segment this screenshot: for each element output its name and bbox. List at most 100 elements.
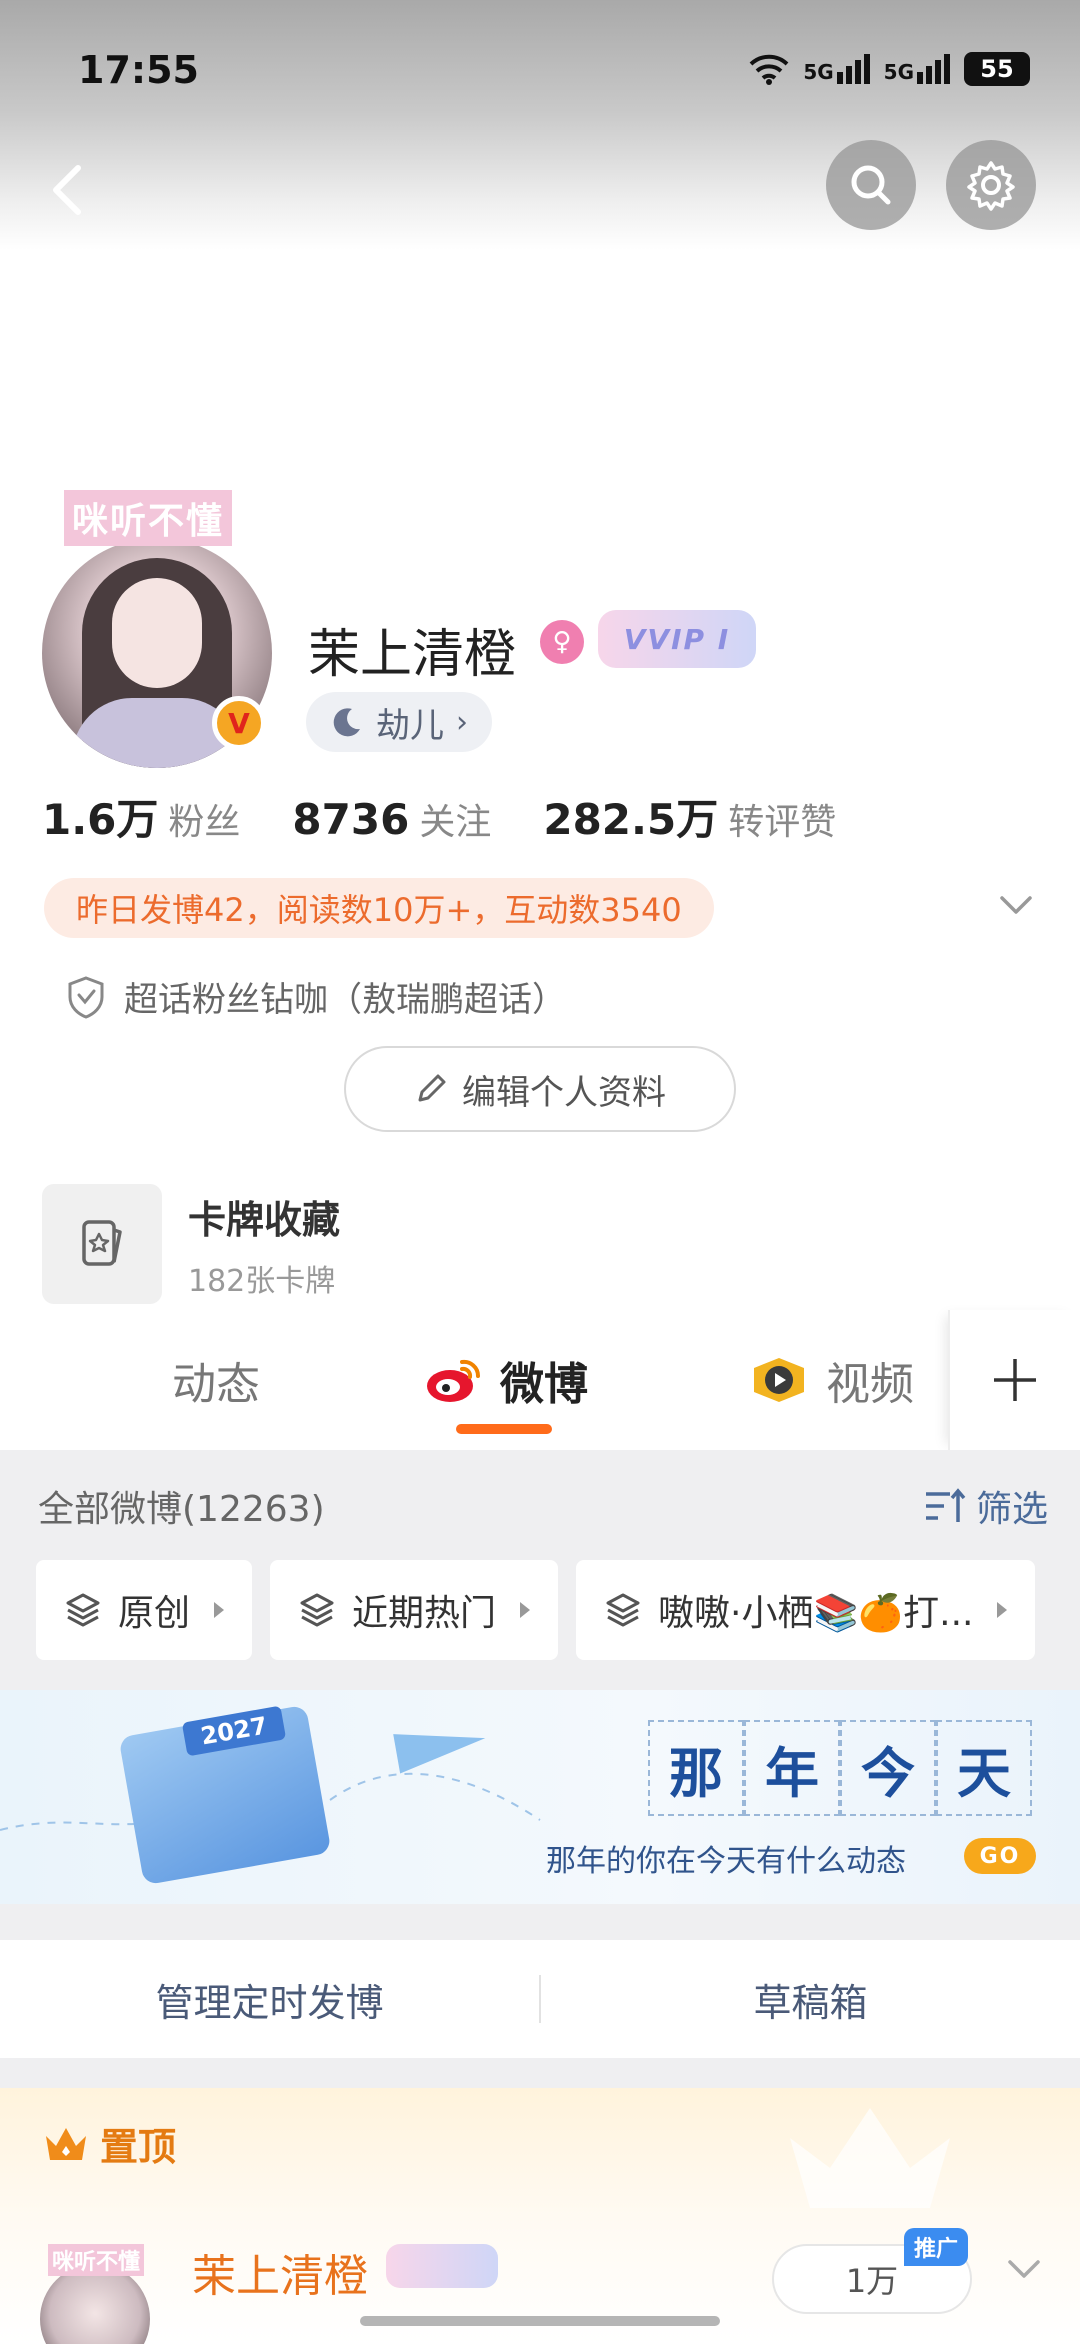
filter-sort-icon [925,1488,966,1522]
pencil-icon [418,1074,446,1102]
supertopic-label: 超话粉丝钻咖（敖瑞鹏超话） [124,980,566,1020]
stat-following[interactable]: 8736 关注 [292,793,491,845]
layers-icon [300,1593,334,1627]
moon-icon [333,708,360,737]
all-weibo-header: 全部微博(12263) 筛选 [38,1480,1048,1532]
battery-icon: 55 [964,52,1030,86]
video-play-icon [754,1358,804,1402]
layers-icon [66,1593,100,1627]
caret-right-icon [997,1602,1008,1618]
banner-char: 年 [744,1720,840,1816]
card-icon [42,1184,162,1304]
that-year-today-banner[interactable]: 2027 那 年 今 天 那年的你在今天有什么动态 GO [0,1690,1080,1904]
top-navigation [0,140,1080,240]
stat-interactions[interactable]: 282.5万 转评赞 [543,786,836,847]
filter-button[interactable]: 筛选 [922,1480,1048,1532]
card-collection-count: 182张卡牌 [188,1263,336,1299]
gear-icon [967,161,1015,211]
all-weibo-count: 全部微博(12263) [38,1489,325,1530]
post-avatar-tag: 咪听不懂 [48,2244,145,2276]
promote-tag[interactable]: 推广 [904,2228,968,2266]
back-button[interactable] [30,150,110,230]
scheduled-posts-button[interactable]: 管理定时发博 [0,1972,539,2027]
search-icon [851,165,891,205]
caret-right-icon [520,1602,531,1618]
post-author-name[interactable]: 茉上清橙 [192,2240,368,2304]
home-indicator[interactable] [360,2316,720,2326]
tab-label: 动态 [172,1359,260,1410]
card-collection[interactable]: 卡牌收藏 182张卡牌 [42,1184,340,1304]
pinned-text: 置顶 [100,2125,177,2169]
tab-label: 视频 [826,1359,914,1410]
tab-label: 微博 [500,1359,588,1410]
manage-row: 管理定时发博 草稿箱 [0,1940,1080,2058]
chevron-down-icon[interactable] [996,890,1036,920]
crown-icon [46,2127,86,2160]
weibo-logo-icon [427,1359,481,1402]
tab-weibo[interactable]: 微博 [424,1348,588,1412]
level-label: 劫儿 [376,705,444,746]
chip-recent-hot[interactable]: 近期热门 [270,1560,559,1660]
female-gender-icon: ♀ [540,620,584,664]
chip-label: 原创 [118,1593,191,1634]
chip-label: 嗷嗷·小栖📚🍊打... [658,1593,974,1634]
drafts-button[interactable]: 草稿箱 [541,1972,1080,2027]
level-pill[interactable]: 劫儿 › [306,692,492,752]
pinned-post-header: 咪听不懂 茉上清橙 1万 推广 [40,2224,1060,2344]
settings-button[interactable] [946,140,1036,230]
status-icons: 5G 5G 55 [749,52,1030,86]
card-collection-title: 卡牌收藏 [188,1197,341,1242]
stat-value: 1.6万 [42,795,159,844]
filter-label: 筛选 [975,1489,1048,1530]
banner-title: 那 年 今 天 [648,1720,1032,1816]
network-type-1: 5G [803,60,834,84]
go-button[interactable]: GO [964,1838,1036,1874]
tab-dynamics[interactable]: 动态 [172,1348,260,1412]
pinned-section: 置顶 咪听不懂 茉上清橙 1万 推广 [0,2088,1080,2344]
signal-icon-1: 5G [803,54,870,84]
chip-original[interactable]: 原创 [36,1560,253,1660]
stat-label: 转评赞 [728,802,837,843]
pinned-label: 置顶 [42,2116,176,2171]
edit-profile-label: 编辑个人资料 [462,1072,666,1113]
tab-video[interactable]: 视频 [748,1348,914,1412]
add-tab-button[interactable] [948,1310,1080,1450]
banner-char: 今 [840,1720,936,1816]
banner-subtitle: 那年的你在今天有什么动态 [546,1844,906,1879]
banner-char: 天 [936,1720,1032,1816]
caret-right-icon [214,1602,225,1618]
edit-profile-button[interactable]: 编辑个人资料 [344,1046,736,1132]
stat-followers[interactable]: 1.6万 粉丝 [42,786,240,847]
profile-username: 茉上清橙 [308,625,517,685]
layers-icon [606,1593,640,1627]
crown-watermark-icon [790,2108,950,2208]
banner-char: 那 [648,1720,744,1816]
stat-value: 282.5万 [543,795,719,844]
category-chips: 原创 近期热门 嗷嗷·小栖📚🍊打... [36,1560,1036,1660]
chip-label: 近期热门 [352,1593,497,1634]
stat-value: 8736 [292,795,410,844]
signal-icon-2: 5G [884,54,950,84]
status-time: 17:55 [78,48,199,92]
supertopic-row[interactable]: 超话粉丝钻咖（敖瑞鹏超话） [66,972,566,1021]
network-type-2: 5G [883,60,914,84]
search-button[interactable] [826,140,916,230]
chevron-left-icon [53,165,81,215]
verified-badge: V [212,696,266,750]
stats-row: 1.6万 粉丝 8736 关注 282.5万 转评赞 [42,786,836,847]
activity-summary[interactable]: 昨日发博42，阅读数10万+，互动数3540 [44,878,714,938]
stat-label: 粉丝 [168,802,241,843]
avatar-decoration-tag: 咪听不懂 [64,490,233,546]
stat-label: 关注 [419,802,492,843]
active-tab-indicator [456,1424,552,1434]
chevron-right-icon: › [456,704,468,740]
post-avatar[interactable] [40,2264,150,2344]
post-vip-badge [386,2244,498,2288]
chevron-down-icon[interactable] [1004,2254,1044,2284]
plus-icon [994,1359,1036,1401]
vip-badge[interactable]: VVIP I [598,610,756,668]
status-bar: 17:55 5G 5G 55 [0,0,1080,130]
profile-tabs: 动态 微博 视频 [0,1310,1080,1450]
chip-custom[interactable]: 嗷嗷·小栖📚🍊打... [576,1560,1036,1660]
wifi-icon [749,54,789,85]
